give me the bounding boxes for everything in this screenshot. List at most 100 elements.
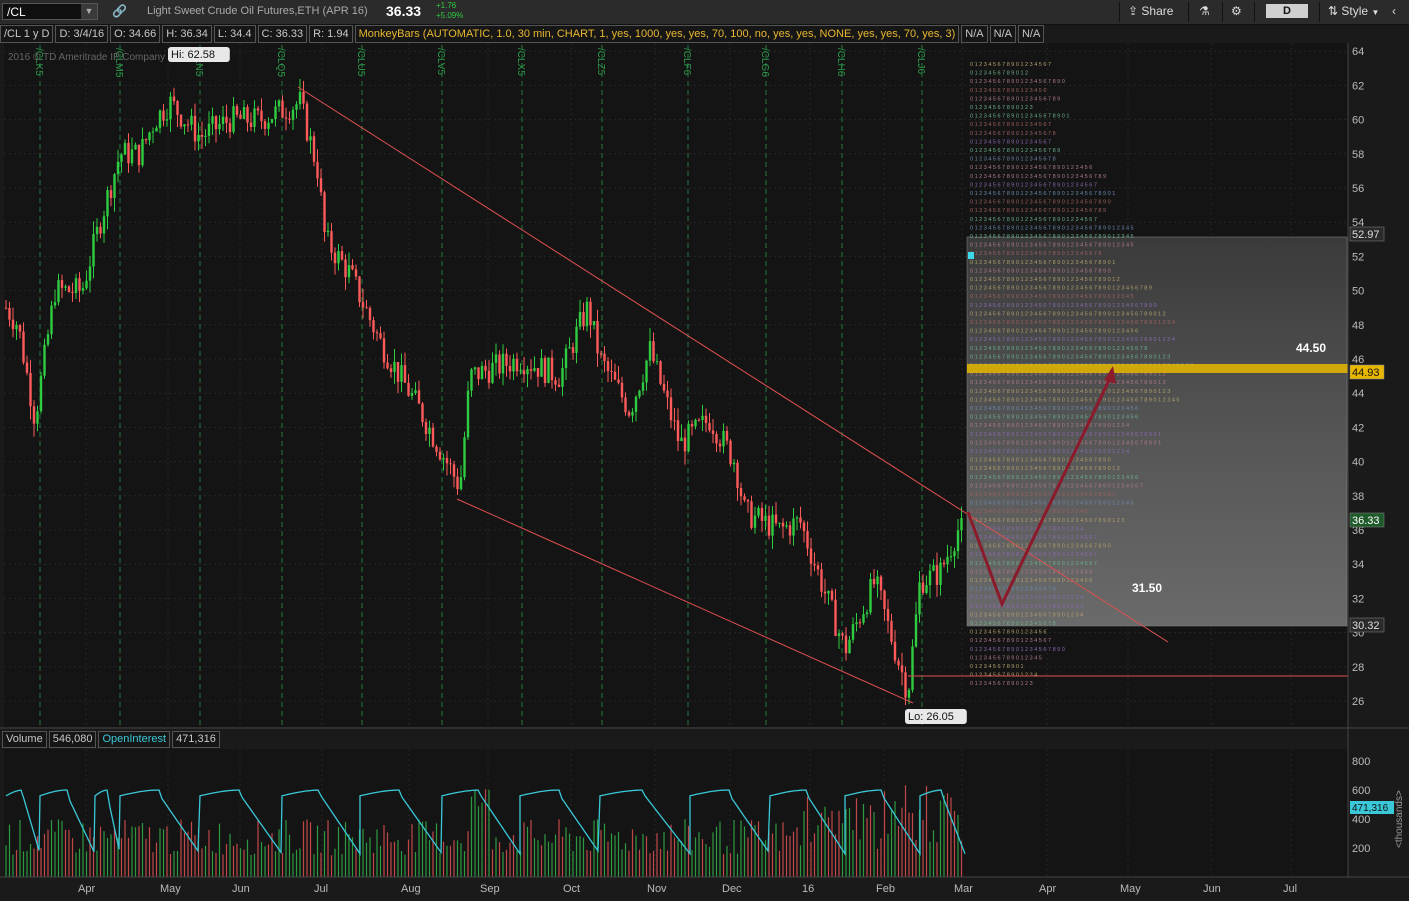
candle-body [270,119,274,123]
time-tick-label: Dec [722,883,742,895]
expiry-label: /CLQ5 [275,48,286,77]
lower-target-label: 31.50 [1132,581,1162,595]
time-tick-label: Apr [78,883,95,895]
candle-body [389,368,393,372]
header-low: L: 34.4 [213,25,256,43]
candle-body [246,107,249,123]
candle-body [522,370,526,375]
candle-body [802,522,806,532]
candle-body [456,476,459,490]
candle-body [95,226,99,235]
candle-body [666,390,669,398]
time-tick-label: Feb [876,883,895,895]
candle-body [351,265,354,270]
candle-body [550,357,554,381]
profile-row: 0 1 2 3 4 5 6 7 8 9 0 1 2 [970,71,1028,77]
candle-body [862,614,865,623]
candle-body [127,142,130,164]
profile-row: 0 1 2 3 4 5 6 7 8 9 0 1 2 3 4 5 6 7 8 9 … [970,475,1138,481]
candle-body [473,367,477,370]
candle-body [900,665,904,673]
candle-body [946,556,949,565]
candle-body [211,116,214,124]
marker-text: 30.32 [1352,620,1380,632]
candle-body [221,116,225,125]
volume-tick-label: 600 [1352,785,1370,797]
candle-body [106,190,109,217]
candle-body [872,578,876,585]
study-label[interactable]: MonkeyBars (AUTOMATIC, 1.0, 30 min, CHAR… [354,25,960,43]
marker-text: 52.97 [1352,229,1380,241]
candle-body [242,107,246,119]
profile-row: 0 1 2 3 4 5 6 7 8 9 0 1 2 3 4 5 6 7 8 9 [970,96,1060,102]
candle-body [344,259,347,278]
time-tick-label: Nov [647,883,667,895]
candle-body [340,251,344,260]
poc-band [967,364,1348,373]
candle-body [43,344,46,376]
time-tick-label: May [1120,883,1141,895]
candle-body [676,420,680,442]
candle-body [137,144,141,166]
candle-body [813,563,816,566]
profile-row: 0 1 2 3 4 5 6 7 8 9 0 1 2 3 4 5 6 7 8 9 … [970,612,1083,618]
candle-body [116,161,120,175]
volume-label[interactable]: Volume [2,731,47,748]
profile-row: 0 1 2 3 4 5 6 7 8 9 0 1 2 3 4 5 6 7 8 [970,587,1056,593]
candle-body [515,358,519,372]
profile-row: 0 1 2 3 4 5 6 7 8 9 0 1 2 3 4 5 6 7 8 9 [970,148,1060,154]
candle-body [918,582,921,615]
price-tick-label: 44 [1352,388,1364,400]
header-symbol[interactable]: /CL 1 y D [0,25,54,43]
va-high-marker: 52.97 [1349,226,1385,242]
profile-row: 0 1 2 3 4 5 6 7 8 9 0 1 2 3 [970,105,1033,111]
candle-body [606,361,610,371]
upper-target-label: 44.50 [1296,341,1326,355]
candle-body [421,403,424,423]
candle-body [470,369,473,391]
price-tick-label: 60 [1352,115,1364,127]
price-chart[interactable]: /CLK5/CLM5/CLN5/CLQ5/CLU5/CLV5/CLX5/CLZ5… [0,0,1409,901]
candle-body [309,136,312,141]
candle-body [781,522,785,527]
candle-body [641,382,645,391]
profile-row: 0 1 2 3 4 5 6 7 8 9 0 1 2 3 4 5 6 7 8 9 … [970,260,1115,266]
candle-body [477,367,480,380]
candle-body [928,570,932,586]
price-tick-label: 34 [1352,559,1364,571]
candle-body [659,361,662,384]
candle-body [424,422,428,434]
candle-body [498,354,501,374]
candle-body [760,507,764,521]
profile-row: 0 1 2 3 4 5 6 7 8 9 0 1 2 3 4 5 6 7 8 9 … [970,647,1065,653]
candle-body [592,321,596,326]
header-date: D: 3/4/16 [55,25,109,43]
profile-row: 0 1 2 3 4 5 6 7 8 9 0 1 [970,664,1024,670]
candle-body [596,321,599,354]
candle-body [71,291,74,294]
candle-body [431,427,435,447]
candle-body [732,462,736,465]
candle-body [505,353,508,366]
hi-label: Hi: 62.58 [168,47,230,62]
expiry-label: /CLJ6 [915,48,926,75]
candle-body [239,114,242,119]
candle-body [382,338,386,363]
va-low-marker: 30.32 [1349,617,1385,633]
candle-body [834,599,837,636]
candle-body [386,362,389,369]
open-interest-label[interactable]: OpenInterest [98,731,171,748]
oi-marker: 471,316 [1350,801,1394,814]
candle-body [400,365,403,382]
candle-body [582,311,585,327]
candle-body [291,109,295,120]
candle-body [218,124,221,130]
time-tick-label: Mar [954,883,973,895]
candle-body [396,362,400,382]
candle-body [162,110,165,121]
profile-row: 0 1 2 3 4 5 6 7 8 9 0 1 2 3 4 5 6 7 8 9 … [970,492,1115,498]
candle-body [816,565,820,570]
candle-body [571,347,575,353]
candle-body [354,269,358,277]
profile-row: 0 1 2 3 4 5 6 7 8 9 0 1 2 3 4 5 6 7 8 9 … [970,268,1111,274]
